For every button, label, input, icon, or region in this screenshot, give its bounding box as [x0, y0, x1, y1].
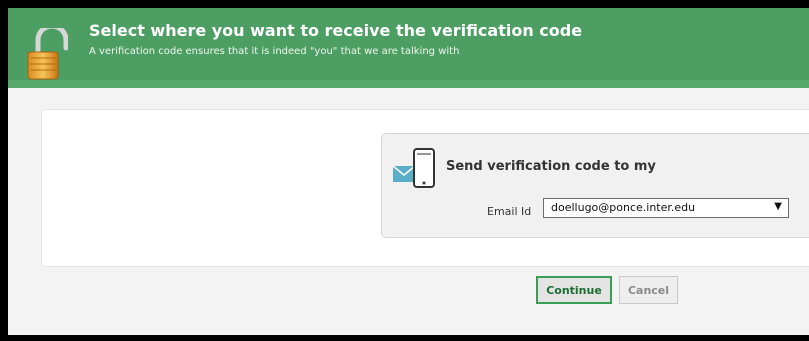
page-title: Select where you want to receive the ver… [89, 21, 583, 40]
padlock-open-icon [27, 28, 68, 80]
send-code-heading: Send verification code to my [446, 159, 656, 174]
header-band [8, 80, 809, 88]
email-id-selected-value: doellugo@ponce.inter.edu [551, 201, 696, 214]
verification-page: Select where you want to receive the ver… [8, 8, 809, 335]
page-subtitle: A verification code ensures that it is i… [89, 46, 460, 57]
cancel-button[interactable]: Cancel [619, 276, 678, 304]
verification-option-panel [381, 133, 809, 238]
email-id-select[interactable]: doellugo@ponce.inter.edu ▼ [543, 198, 789, 218]
continue-button[interactable]: Continue [536, 276, 612, 304]
email-id-label: Email Id [487, 205, 532, 218]
dropdown-arrow-icon: ▼ [774, 201, 782, 212]
phone-email-icon [393, 148, 435, 188]
page-header [8, 8, 809, 80]
